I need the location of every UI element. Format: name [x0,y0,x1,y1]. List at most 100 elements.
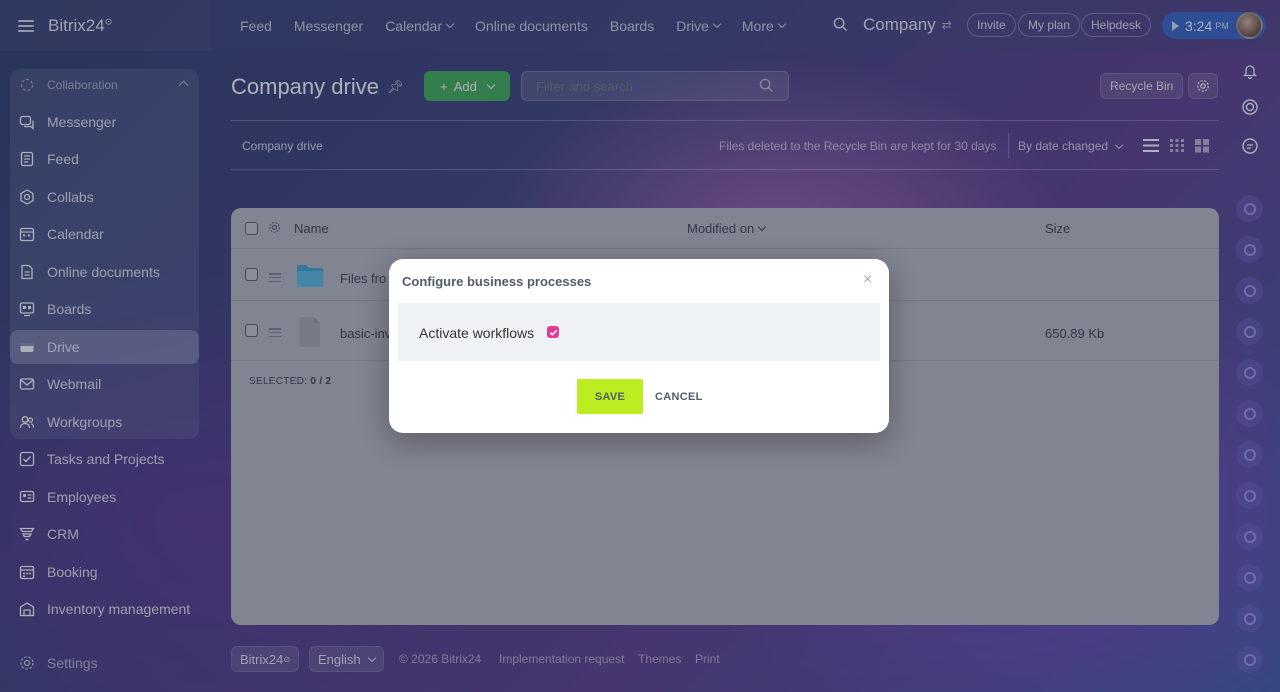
activate-workflows-label[interactable]: Activate workflows [419,325,534,341]
sidebar-item-webmail[interactable]: Webmail [10,367,199,401]
filter-search-input[interactable] [521,71,789,101]
grid-small-view-icon[interactable] [1169,138,1185,153]
breadcrumb[interactable]: Company drive [242,139,323,153]
nav-label: Feed [240,17,272,34]
save-button[interactable]: SAVE [577,379,643,414]
grid-large-view-icon[interactable] [1194,138,1210,153]
sidebar-item-employees[interactable]: Employees [10,480,199,514]
contact-icon[interactable] [1236,277,1263,304]
page-settings-button[interactable] [1188,73,1218,99]
contact-icon[interactable] [1236,523,1263,550]
sidebar-item-collabs[interactable]: Collabs [10,180,199,214]
sidebar-item-inventory-management[interactable]: Inventory management [10,592,199,626]
search-icon[interactable] [833,17,848,32]
page-title-text: Company drive [231,74,379,99]
pin-icon[interactable]: 📌︎ [387,79,404,95]
nav-calendar[interactable]: Calendar [385,18,455,34]
contact-icon[interactable] [1236,646,1263,673]
add-button[interactable]: + Add [424,71,510,101]
drive-icon [19,339,35,355]
search-icon[interactable] [759,78,774,93]
sidebar-item-calendar[interactable]: Calendar [10,217,199,251]
close-icon[interactable]: × [863,272,872,288]
my-plan-button[interactable]: My plan [1018,13,1081,37]
contact-icon[interactable] [1236,400,1263,427]
sidebar-item-label: Employees [47,489,117,505]
worktime-suffix: PM [1215,20,1229,31]
contact-icon[interactable] [1236,195,1263,222]
copilot-icon[interactable] [1236,93,1263,120]
bell-icon[interactable] [1236,57,1263,84]
activate-workflows-checkbox[interactable] [547,326,559,338]
my-plan-label: My plan [1028,18,1071,32]
company-switcher[interactable]: Company ⇄ [863,15,952,35]
cancel-button[interactable]: CANCEL [655,379,703,414]
sidebar-item-booking[interactable]: Booking [10,555,199,589]
sidebar-item-messenger[interactable]: Messenger [10,105,199,139]
contact-icon[interactable] [1236,482,1263,509]
column-header-modified[interactable]: Modified on [687,221,767,236]
sort-dropdown[interactable]: By date changed [1018,139,1124,153]
sidebar-item-label: Tasks and Projects [47,451,165,467]
nav-feed[interactable]: Feed [240,18,272,34]
chat-bubble-icon[interactable] [1236,132,1263,159]
footer-brand-button[interactable]: Bitrix24 ⊙ [231,646,300,672]
copyright: © 2026 Bitrix24 [399,652,482,666]
chevron-down-icon [486,80,496,89]
language-label: English [318,651,361,667]
sidebar-item-tasks-and-projects[interactable]: Tasks and Projects [10,442,199,476]
recycle-bin-button[interactable]: Recycle Bin [1100,73,1184,99]
file-name[interactable]: basic-inv [340,326,391,341]
contact-icon[interactable] [1236,605,1263,632]
sidebar-item-boards[interactable]: Boards [10,292,199,326]
helpdesk-button[interactable]: Helpdesk [1081,13,1152,37]
sidebar-item-feed[interactable]: Feed [10,142,199,176]
divider [231,120,1219,121]
sidebar-item-label: Feed [47,151,79,167]
sidebar-group-label: Collaboration [47,78,118,92]
nav-messenger[interactable]: Messenger [294,18,363,34]
list-view-icon[interactable] [1143,138,1159,153]
column-header-size[interactable]: Size [1045,221,1070,236]
brand-mark: ⊙ [104,15,113,26]
row-checkbox[interactable] [245,324,258,337]
sidebar-item-settings[interactable]: Settings [10,646,199,680]
contact-icon[interactable] [1236,441,1263,468]
sidebar-item-label: Messenger [47,114,117,130]
invite-button[interactable]: Invite [967,13,1016,37]
menu-icon[interactable] [18,19,34,32]
contact-icon[interactable] [1236,236,1263,263]
column-header-name[interactable]: Name [294,221,329,236]
nav-drive[interactable]: Drive [676,18,722,34]
contact-icon[interactable] [1236,318,1263,345]
retention-text: Files deleted to the Recycle Bin are kep… [719,139,997,153]
contact-icon[interactable] [1236,564,1263,591]
themes-link[interactable]: Themes [638,652,681,666]
divider [231,169,1219,170]
sidebar-item-crm[interactable]: CRM [10,517,199,551]
drag-handle-icon[interactable] [269,328,281,337]
row-checkbox[interactable] [245,268,258,281]
nav-online-documents[interactable]: Online documents [475,18,588,34]
file-name[interactable]: Files fro [340,271,386,286]
company-name: Company [863,15,936,34]
sidebar-group-header[interactable]: Collaboration [10,68,199,102]
contact-icon[interactable] [1236,359,1263,386]
chevron-down-icon [712,19,722,29]
sidebar-item-online-documents[interactable]: Online documents [10,255,199,289]
avatar[interactable] [1236,12,1263,39]
sidebar-item-drive[interactable]: Drive [10,330,199,364]
brand-area: Bitrix24⊙ [0,0,211,51]
select-all-checkbox[interactable] [245,222,258,235]
implementation-request-link[interactable]: Implementation request [499,652,624,666]
helpdesk-label: Helpdesk [1091,18,1142,32]
gear-icon[interactable] [268,221,281,234]
print-link[interactable]: Print [695,652,720,666]
nav-more[interactable]: More [742,18,787,34]
sidebar-item-workgroups[interactable]: Workgroups [10,405,199,439]
sidebar-item-label: CRM [47,526,79,542]
brand-logo[interactable]: Bitrix24⊙ [48,16,112,36]
drag-handle-icon[interactable] [269,273,281,282]
language-selector[interactable]: English [309,646,384,672]
nav-boards[interactable]: Boards [610,18,654,34]
